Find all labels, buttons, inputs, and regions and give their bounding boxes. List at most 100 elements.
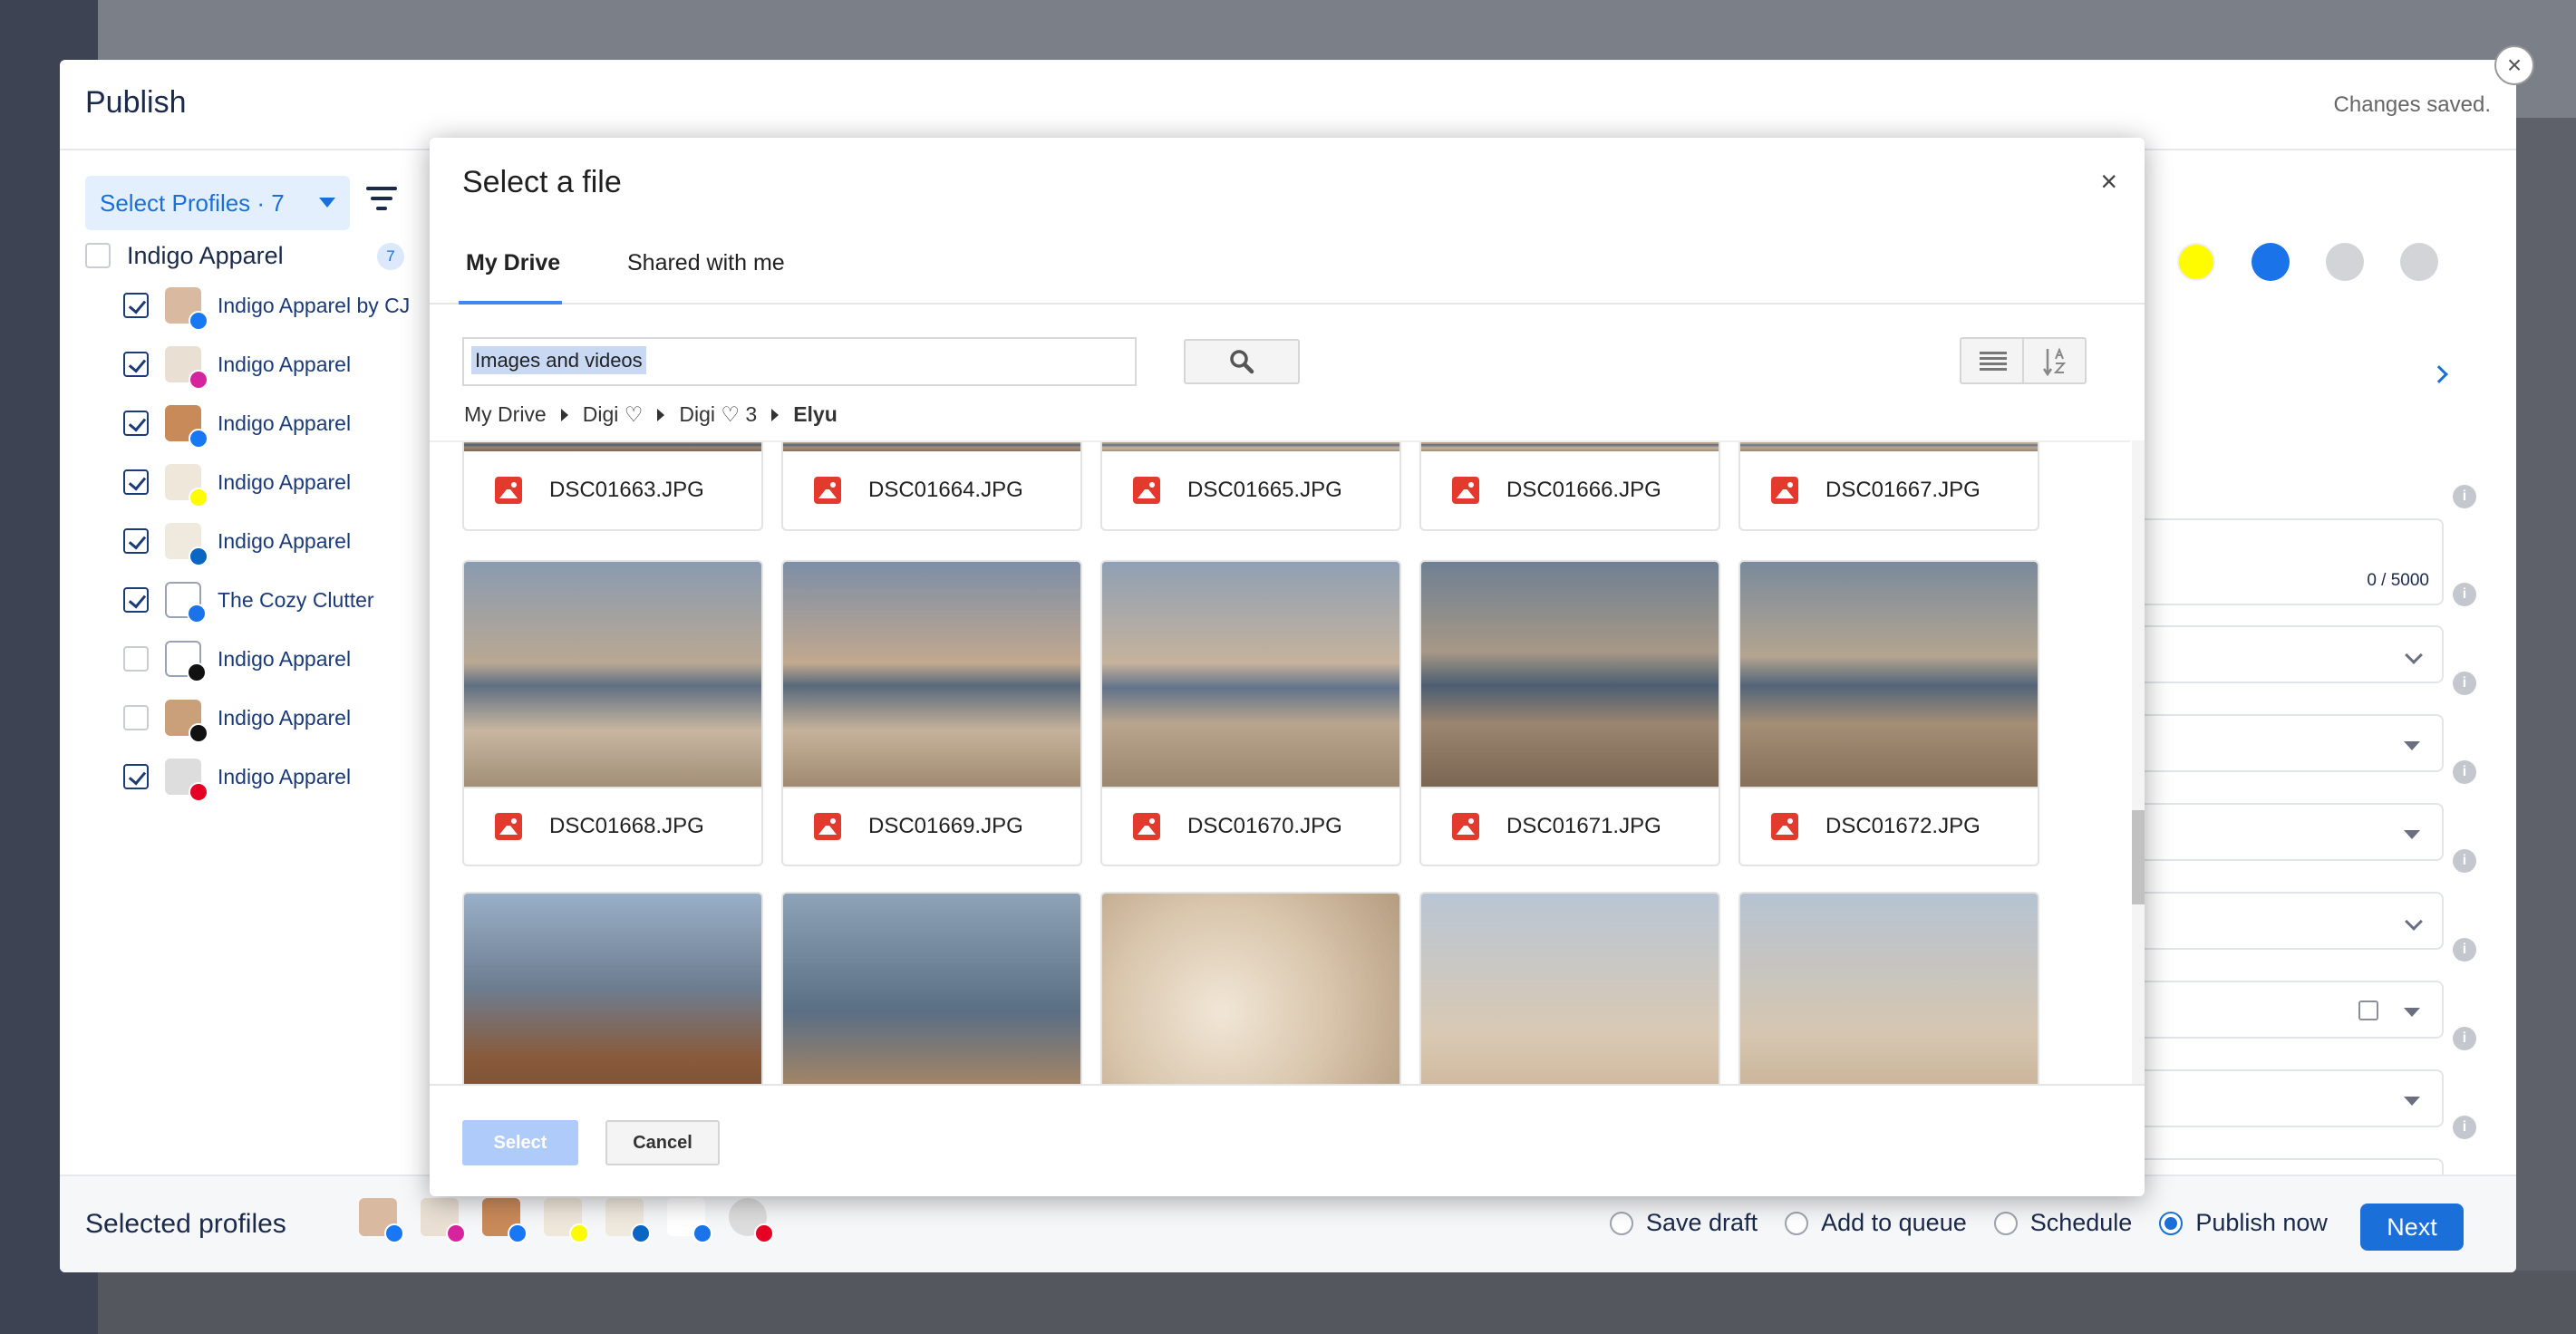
profile-row[interactable]: Indigo Apparel xyxy=(123,342,351,390)
image-file-icon xyxy=(1452,477,1479,504)
selected-profile-avatar[interactable] xyxy=(482,1198,528,1243)
option-field-4[interactable] xyxy=(2145,892,2444,950)
file-tile[interactable] xyxy=(1738,892,2039,1086)
radio-button[interactable] xyxy=(1993,1211,2018,1235)
snapchat-icon[interactable] xyxy=(2177,243,2215,281)
image-file-icon xyxy=(1771,477,1798,504)
option-field-6[interactable] xyxy=(2145,1069,2444,1127)
radio-button[interactable] xyxy=(1610,1211,1633,1235)
filter-icon[interactable] xyxy=(366,187,397,212)
file-tile[interactable]: DSC01667.JPG xyxy=(1738,442,2039,531)
profile-row[interactable]: Indigo Apparel xyxy=(123,401,351,449)
google-business-icon[interactable] xyxy=(2252,243,2290,281)
image-file-icon xyxy=(1771,813,1798,840)
group-row[interactable]: Indigo Apparel xyxy=(85,237,284,274)
file-tile[interactable]: DSC01671.JPG xyxy=(1419,560,1720,866)
option-field-5[interactable] xyxy=(2145,981,2444,1039)
profile-checkbox[interactable] xyxy=(123,587,149,613)
selected-profile-avatar[interactable] xyxy=(729,1198,774,1243)
tab-shared-with-me[interactable]: Shared with me xyxy=(627,250,785,276)
profile-row[interactable]: Indigo Apparel xyxy=(123,754,351,802)
file-tile[interactable]: DSC01665.JPG xyxy=(1100,442,1401,531)
file-thumbnail xyxy=(1102,442,1399,451)
profile-row[interactable]: Indigo Apparel by CJ xyxy=(123,283,410,331)
profile-checkbox[interactable] xyxy=(123,352,149,377)
tab-my-drive[interactable]: My Drive xyxy=(466,250,560,276)
file-tile[interactable]: DSC01669.JPG xyxy=(781,560,1082,866)
chevron-down-icon xyxy=(2405,913,2423,931)
file-tile[interactable]: DSC01668.JPG xyxy=(462,560,763,866)
profile-row[interactable]: Indigo Apparel xyxy=(123,636,351,682)
search-button[interactable] xyxy=(1184,339,1300,384)
breadcrumb-item[interactable]: Digi ♡ 3 xyxy=(679,402,757,427)
profile-row[interactable]: The Cozy Clutter xyxy=(123,577,374,624)
file-tile[interactable] xyxy=(1419,892,1720,1086)
option-field-1[interactable] xyxy=(2145,625,2444,683)
publish-option-schedule[interactable]: Schedule xyxy=(1993,1209,2132,1237)
file-tile[interactable]: DSC01672.JPG xyxy=(1738,560,2039,866)
radio-button[interactable] xyxy=(1785,1211,1809,1235)
profile-row[interactable]: Indigo Apparel xyxy=(123,459,351,508)
info-icon[interactable]: i xyxy=(2453,938,2476,962)
tumblr-icon[interactable] xyxy=(2326,243,2364,281)
profile-row[interactable]: Indigo Apparel xyxy=(123,518,351,566)
select-button[interactable]: Select xyxy=(462,1120,578,1165)
facebook-icon xyxy=(384,1223,404,1243)
profile-checkbox[interactable] xyxy=(123,528,149,554)
file-tile[interactable] xyxy=(781,892,1082,1086)
profile-checkbox[interactable] xyxy=(123,764,149,789)
grid-scrollbar[interactable] xyxy=(2132,440,2145,1086)
copy-icon[interactable] xyxy=(2358,1000,2378,1020)
breadcrumb-item[interactable]: My Drive xyxy=(464,402,547,427)
radio-button[interactable] xyxy=(2159,1211,2184,1235)
profile-checkbox[interactable] xyxy=(123,469,149,495)
file-tile[interactable]: DSC01664.JPG xyxy=(781,442,1082,531)
sort-button[interactable] xyxy=(2024,339,2085,382)
publish-option-save-draft[interactable]: Save draft xyxy=(1610,1209,1758,1237)
publish-option-publish-now[interactable]: Publish now xyxy=(2159,1209,2328,1237)
selected-profile-avatar[interactable] xyxy=(544,1198,589,1243)
selected-profile-avatars xyxy=(359,1198,774,1243)
profile-checkbox[interactable] xyxy=(123,293,149,318)
file-tile[interactable] xyxy=(462,892,763,1086)
scrollbar-thumb[interactable] xyxy=(2132,810,2145,904)
close-icon[interactable]: × xyxy=(2100,165,2117,198)
publish-option-add-to-queue[interactable]: Add to queue xyxy=(1785,1209,1967,1237)
info-icon[interactable]: i xyxy=(2453,760,2476,784)
select-profiles-dropdown[interactable]: Select Profiles · 7 xyxy=(85,176,350,230)
file-name: DSC01669.JPG xyxy=(868,814,1023,838)
info-icon[interactable]: i xyxy=(2453,1027,2476,1050)
cancel-button[interactable]: Cancel xyxy=(605,1120,720,1165)
file-tile[interactable] xyxy=(1100,892,1401,1086)
selected-profile-avatar[interactable] xyxy=(667,1198,712,1243)
selected-profile-avatar[interactable] xyxy=(605,1198,651,1243)
file-tile[interactable]: DSC01666.JPG xyxy=(1419,442,1720,531)
info-icon[interactable]: i xyxy=(2453,672,2476,695)
selected-profile-avatar[interactable] xyxy=(359,1198,404,1243)
avatar xyxy=(165,641,207,682)
info-icon[interactable]: i xyxy=(2453,485,2476,508)
file-tile[interactable]: DSC01663.JPG xyxy=(462,442,763,531)
group-checkbox[interactable] xyxy=(85,243,111,268)
profile-row[interactable]: Indigo Apparel xyxy=(123,695,351,743)
breadcrumb-item[interactable]: Digi ♡ xyxy=(583,402,644,427)
profile-checkbox[interactable] xyxy=(123,411,149,436)
file-tile[interactable]: DSC01670.JPG xyxy=(1100,560,1401,866)
next-button[interactable]: Next xyxy=(2360,1204,2464,1251)
selected-profile-avatar[interactable] xyxy=(421,1198,466,1243)
info-icon[interactable]: i xyxy=(2453,1116,2476,1139)
threads-icon[interactable] xyxy=(2400,243,2438,281)
publish-header: Publish Changes saved. xyxy=(60,60,2516,150)
avatar xyxy=(165,759,208,802)
option-field-2[interactable] xyxy=(2145,714,2444,772)
caption-field[interactable]: 0 / 5000 xyxy=(2145,518,2444,605)
list-view-button[interactable] xyxy=(1961,339,2024,382)
close-publish-button[interactable]: × xyxy=(2494,45,2534,85)
search-input[interactable]: Images and videos xyxy=(462,337,1137,386)
info-icon[interactable]: i xyxy=(2453,583,2476,606)
option-field-3[interactable] xyxy=(2145,803,2444,861)
profile-checkbox[interactable] xyxy=(123,646,149,672)
profile-checkbox[interactable] xyxy=(123,705,149,730)
info-icon[interactable]: i xyxy=(2453,849,2476,873)
chevron-right-icon[interactable] xyxy=(2430,365,2448,383)
